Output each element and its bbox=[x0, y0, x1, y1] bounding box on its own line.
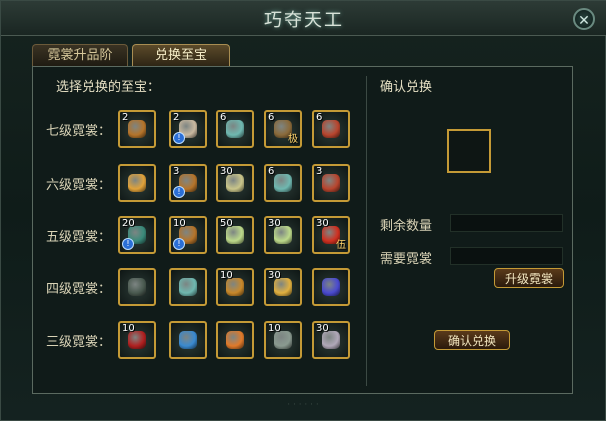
remaining-label: 剩余数量 bbox=[380, 219, 433, 234]
item-slot[interactable]: 30 bbox=[216, 164, 254, 202]
tab-upgrade[interactable]: 霓裳升品阶 bbox=[32, 44, 128, 66]
item-count: 3 bbox=[173, 166, 180, 177]
item-slot[interactable]: 20! bbox=[118, 216, 156, 254]
item-slot[interactable]: 6 bbox=[264, 164, 302, 202]
chest-icon bbox=[322, 278, 340, 296]
item-slot[interactable]: 30 bbox=[264, 268, 302, 306]
row-label: 七级霓裳： bbox=[46, 124, 112, 139]
alert-icon: ! bbox=[173, 186, 185, 198]
row-label: 五级霓裳： bbox=[46, 230, 112, 245]
item-count: 30 bbox=[316, 323, 329, 334]
required-field bbox=[450, 247, 563, 265]
item-count: 50 bbox=[220, 218, 233, 229]
item-tag: 极 bbox=[288, 134, 298, 145]
confirm-exchange-button[interactable]: 确认兑换 bbox=[434, 330, 510, 350]
item-slot[interactable] bbox=[118, 164, 156, 202]
vase-icon bbox=[274, 174, 292, 192]
panel-divider bbox=[366, 76, 367, 386]
item-slot[interactable]: 3! bbox=[169, 164, 207, 202]
item-slot[interactable]: 10 bbox=[264, 321, 302, 359]
item-slot[interactable]: 3 bbox=[312, 164, 350, 202]
item-tag: 伍 bbox=[336, 240, 346, 251]
confirm-slot[interactable] bbox=[447, 129, 491, 173]
flame-icon bbox=[226, 331, 244, 349]
item-count: 10 bbox=[268, 323, 281, 334]
alert-icon: ! bbox=[122, 238, 134, 250]
item-slot[interactable]: 2! bbox=[169, 110, 207, 148]
item-slot[interactable]: 6极 bbox=[264, 110, 302, 148]
item-slot[interactable]: 10! bbox=[169, 216, 207, 254]
item-slot[interactable]: 30 bbox=[312, 321, 350, 359]
item-slot[interactable] bbox=[118, 268, 156, 306]
window-title: 巧夺天工 bbox=[264, 10, 344, 31]
item-slot[interactable]: 6 bbox=[216, 110, 254, 148]
row-label: 四级霓裳： bbox=[46, 282, 112, 297]
item-slot[interactable] bbox=[312, 268, 350, 306]
item-count: 6 bbox=[220, 112, 227, 123]
item-slot[interactable]: 50 bbox=[216, 216, 254, 254]
vase-icon bbox=[226, 120, 244, 138]
row-label: 三级霓裳： bbox=[46, 335, 112, 350]
item-count: 30 bbox=[268, 270, 281, 281]
item-count: 3 bbox=[316, 166, 323, 177]
item-slot[interactable]: 30 bbox=[264, 216, 302, 254]
required-label: 需要霓裳 bbox=[380, 252, 433, 267]
item-slot[interactable]: 2 bbox=[118, 110, 156, 148]
confirm-title: 确认兑换 bbox=[380, 80, 433, 95]
item-count: 6 bbox=[316, 112, 323, 123]
item-count: 20 bbox=[122, 218, 135, 229]
item-slot[interactable] bbox=[169, 268, 207, 306]
remaining-field bbox=[450, 214, 563, 232]
item-slot[interactable]: 30 伍 bbox=[312, 216, 350, 254]
item-slot[interactable]: 10 bbox=[118, 321, 156, 359]
close-icon[interactable]: ✕ bbox=[573, 8, 595, 30]
book-icon bbox=[322, 120, 340, 138]
vase-icon bbox=[179, 278, 197, 296]
item-count: 2 bbox=[122, 112, 129, 123]
alert-icon: ! bbox=[173, 132, 185, 144]
item-count: 6 bbox=[268, 112, 275, 123]
item-count: 30 bbox=[220, 166, 233, 177]
item-count: 30 bbox=[268, 218, 281, 229]
item-slot[interactable]: 10 bbox=[216, 268, 254, 306]
tab-exchange[interactable]: 兑换至宝 bbox=[132, 44, 230, 66]
alert-icon: ! bbox=[173, 238, 185, 250]
earth-icon bbox=[179, 331, 197, 349]
scroll-icon bbox=[128, 120, 146, 138]
item-count: 30 bbox=[316, 218, 329, 229]
bottom-ornament: · · · · · · bbox=[287, 400, 319, 410]
ore-icon bbox=[128, 174, 146, 192]
item-count: 10 bbox=[173, 218, 186, 229]
title-bar: 巧夺天工 ✕ bbox=[1, 1, 606, 36]
item-count: 10 bbox=[122, 323, 135, 334]
select-title: 选择兑换的至宝： bbox=[56, 80, 161, 95]
item-count: 2 bbox=[173, 112, 180, 123]
item-slot[interactable]: 6 bbox=[312, 110, 350, 148]
stone-icon bbox=[128, 278, 146, 296]
item-slot[interactable] bbox=[216, 321, 254, 359]
book-icon bbox=[322, 174, 340, 192]
row-label: 六级霓裳： bbox=[46, 178, 112, 193]
upgrade-button[interactable]: 升级霓裳 bbox=[494, 268, 564, 288]
item-slot[interactable] bbox=[169, 321, 207, 359]
item-count: 6 bbox=[268, 166, 275, 177]
item-count: 10 bbox=[220, 270, 233, 281]
